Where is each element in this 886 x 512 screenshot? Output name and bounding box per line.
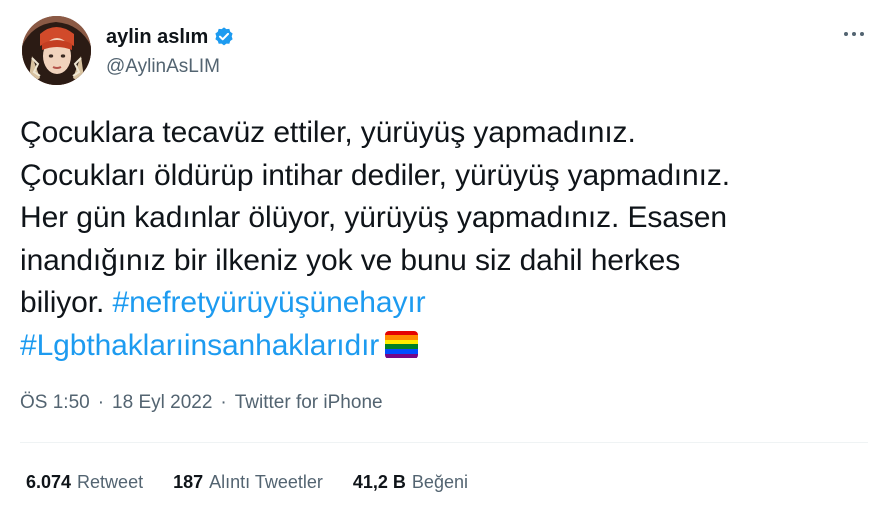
tweet-card: aylin aslım @AylinAsLIM Çocuklara tecavü… <box>0 0 886 512</box>
tweet-date[interactable]: 18 Eyl 2022 <box>112 392 212 414</box>
display-name-row: aylin aslım <box>106 24 235 50</box>
tweet-line: Her gün kadınlar ölüyor, yürüyüş yapmadı… <box>20 201 727 234</box>
hashtag-link[interactable]: #nefretyürüyüşünehayır <box>112 286 425 319</box>
retweets-count: 6.074 <box>26 472 72 492</box>
tweet-stats: 6.074 Retweet 187 Alıntı Tweetler 41,2 B… <box>26 472 498 493</box>
user-names: aylin aslım @AylinAsLIM <box>106 24 235 78</box>
retweets-stat[interactable]: 6.074 Retweet <box>26 472 143 493</box>
tweet-time[interactable]: ÖS 1:50 <box>20 392 90 414</box>
tweet-header: aylin aslım @AylinAsLIM <box>22 16 870 88</box>
tweet-meta: ÖS 1:50 · 18 Eyl 2022 · Twitter for iPho… <box>20 392 383 414</box>
divider <box>20 442 868 443</box>
hashtag-link[interactable]: #Lgbthaklarıinsanhaklarıdır <box>20 329 379 362</box>
dot <box>860 32 864 36</box>
tweet-line: Çocuklara tecavüz ettiler, yürüyüş yapma… <box>20 116 636 149</box>
user-handle[interactable]: @AylinAsLIM <box>106 56 235 78</box>
tweet-line-text: biliyor. <box>20 286 105 319</box>
tweet-line: Çocukları öldürüp intihar dediler, yürüy… <box>20 158 730 192</box>
avatar[interactable] <box>22 16 91 85</box>
tweet-line-with-hashtag: biliyor. #nefretyürüyüşünehayır <box>20 282 870 325</box>
tweet-source[interactable]: Twitter for iPhone <box>235 392 383 414</box>
tweet-line-with-hashtag: #Lgbthaklarıinsanhaklarıdır <box>20 325 870 368</box>
dot <box>844 32 848 36</box>
dot <box>852 32 856 36</box>
quote-tweets-stat[interactable]: 187 Alıntı Tweetler <box>173 472 323 493</box>
likes-count: 41,2 B <box>352 472 406 492</box>
display-name[interactable]: aylin aslım <box>106 26 208 49</box>
quote-tweets-count: 187 <box>173 472 204 492</box>
likes-stat[interactable]: 41,2 B Beğeni <box>353 472 468 493</box>
verified-badge-icon <box>213 26 235 48</box>
quote-tweets-label: Alıntı Tweetler <box>209 472 323 492</box>
tweet-text: Çocuklara tecavüz ettiler, yürüyüş yapma… <box>20 112 870 367</box>
more-options-icon[interactable] <box>840 24 868 44</box>
rainbow-flag-icon <box>385 330 419 359</box>
separator: · <box>97 392 105 413</box>
tweet-line: inandığınız bir ilkeniz yok ve bunu siz … <box>20 243 681 277</box>
retweets-label: Retweet <box>77 472 144 492</box>
likes-label: Beğeni <box>411 472 468 492</box>
separator: · <box>220 392 227 413</box>
